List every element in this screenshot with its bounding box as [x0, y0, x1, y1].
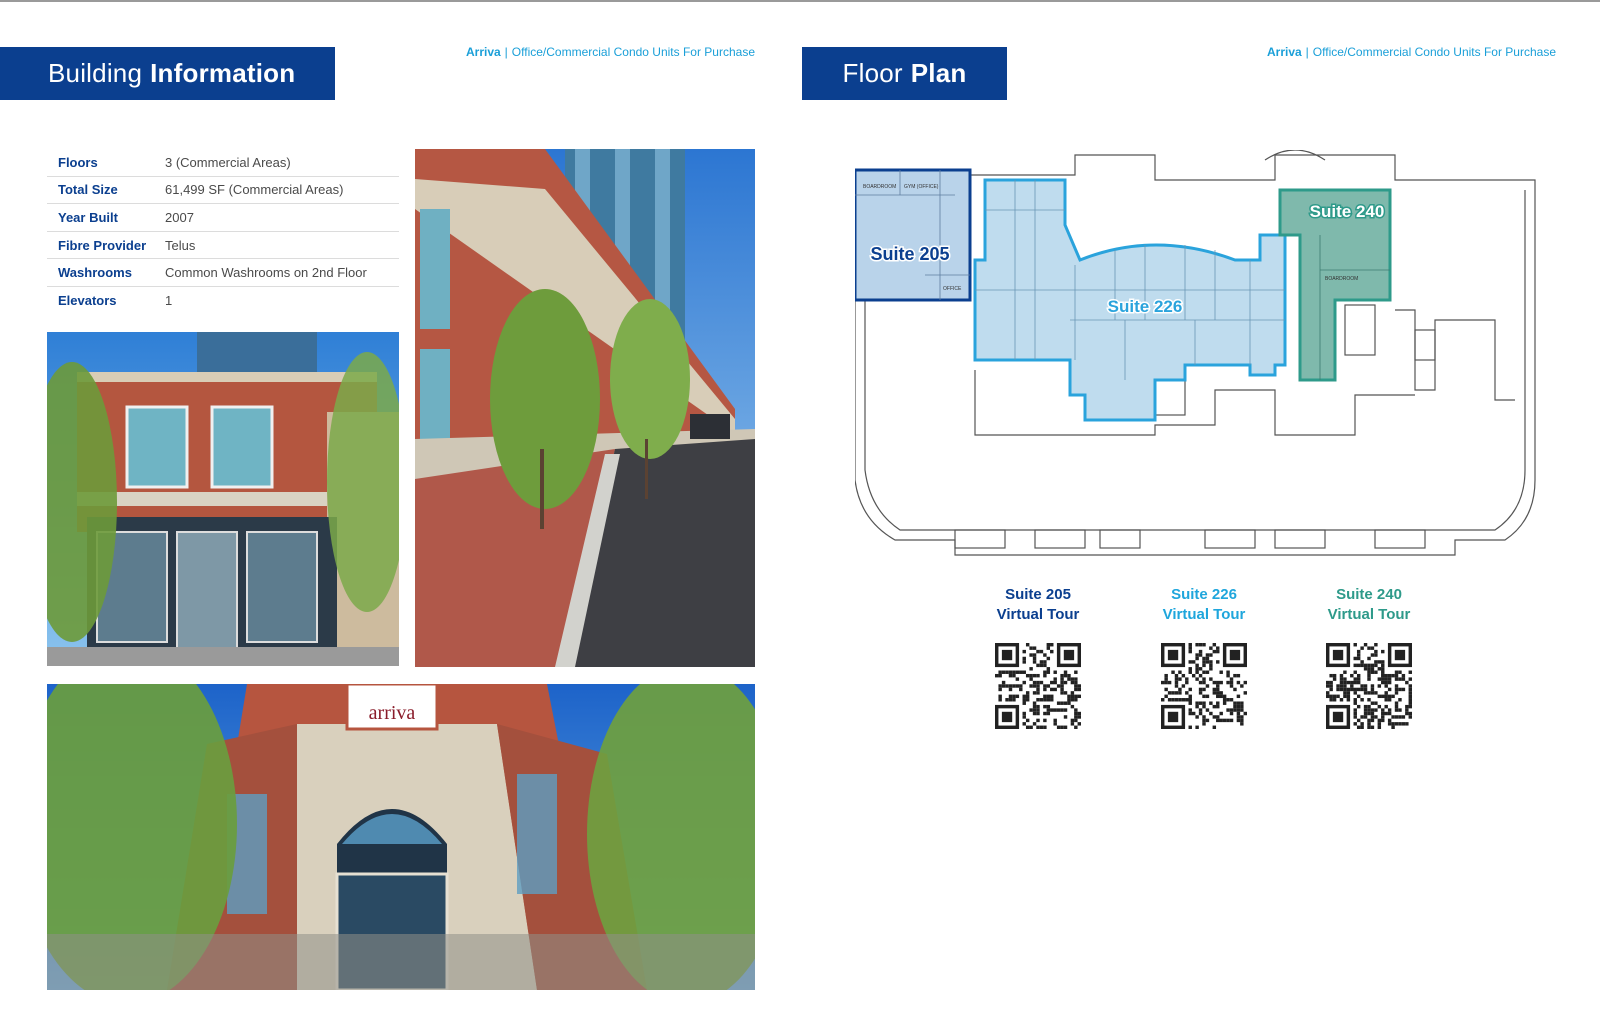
suite-205-label: Suite 205	[870, 244, 949, 264]
room-label-boardroom-240: BOARDROOM	[1325, 276, 1358, 282]
tour-suite-240-caption: Virtual Tour	[1327, 606, 1411, 623]
tour-suite-240: Suite 240 Virtual Tour	[1284, 585, 1454, 729]
info-row-elevators: Elevators 1	[58, 293, 173, 309]
room-label-gym: GYM (OFFICE)	[904, 184, 939, 190]
storefront-photo	[47, 332, 399, 666]
tour-suite-226-caption: Virtual Tour	[1162, 606, 1246, 623]
street-view-photo	[415, 149, 755, 667]
info-row-washrooms: Washrooms Common Washrooms on 2nd Floor	[47, 259, 399, 287]
header-brand: Arriva	[465, 45, 501, 59]
floor-plan-drawing: BOARDROOM GYM (OFFICE) OFFICE Suite 205 …	[855, 150, 1555, 570]
info-row-total-size: Total Size 61,499 SF (Commercial Areas)	[47, 177, 399, 205]
tour-suite-205-caption: Virtual Tour	[996, 606, 1080, 623]
tour-suite-205-title: Suite 205	[1005, 586, 1071, 603]
suite-240-label: Suite 240	[1310, 202, 1385, 221]
qr-code-suite-240[interactable]	[1326, 643, 1412, 729]
qr-code-suite-205[interactable]	[995, 643, 1081, 729]
suite-226-label: Suite 226	[1108, 297, 1183, 316]
qr-code-suite-226[interactable]	[1161, 643, 1247, 729]
tour-suite-226: Suite 226 Virtual Tour	[1119, 585, 1289, 729]
building-information-title: Building Information	[0, 47, 335, 100]
tour-suite-205: Suite 205 Virtual Tour	[953, 585, 1123, 729]
header-brand-right: Arriva	[1266, 45, 1302, 59]
tour-suite-240-title: Suite 240	[1336, 586, 1402, 603]
building-corner-photo: arriva	[47, 684, 755, 990]
top-rule	[0, 0, 1600, 2]
floor-plan-title: Floor Plan	[802, 47, 1007, 100]
page-header-tag: Arriva | Office/Commercial Condo Units For…	[465, 45, 755, 59]
header-text: Office/Commercial Condo Units For Purcha…	[511, 45, 755, 59]
room-label-boardroom: BOARDROOM	[863, 184, 896, 190]
page-header-tag-right: Arriva | Office/Commercial Condo Units For…	[1266, 45, 1556, 59]
building-info-table: Floors 3 (Commercial Areas) Total Size 61,…	[47, 149, 399, 315]
info-row-fibre-provider: Fibre Provider Telus	[47, 232, 399, 260]
header-text-right: Office/Commercial Condo Units For Purcha…	[1312, 45, 1556, 59]
tour-suite-226-title: Suite 226	[1171, 586, 1237, 603]
arriva-sign-text: arriva	[369, 702, 416, 724]
info-row-floors: Floors 3 (Commercial Areas)	[47, 149, 399, 177]
room-label-office: OFFICE	[943, 286, 962, 292]
info-row-year-built: Year Built 2007	[47, 204, 399, 232]
